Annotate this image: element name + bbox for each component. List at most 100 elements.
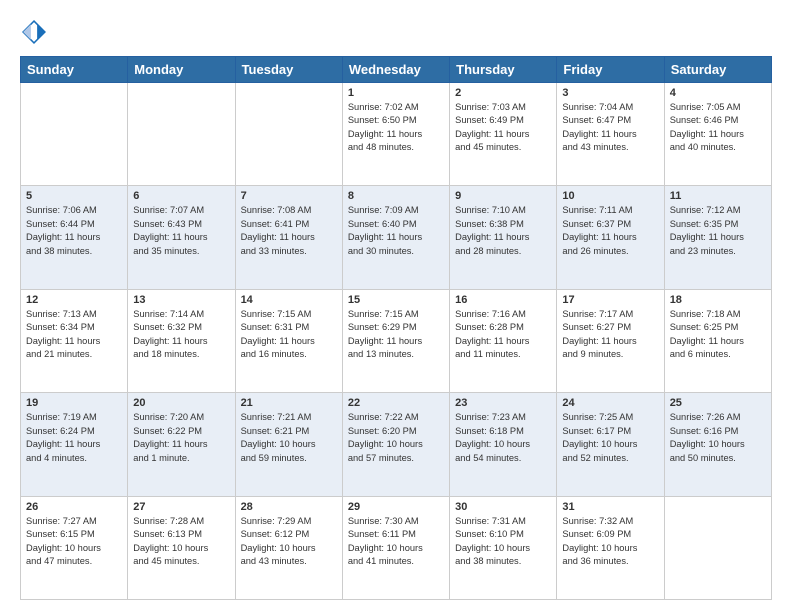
calendar-cell — [21, 83, 128, 186]
day-number: 2 — [455, 87, 551, 99]
page: SundayMondayTuesdayWednesdayThursdayFrid… — [0, 0, 792, 612]
day-number: 6 — [133, 190, 229, 202]
day-info: Sunrise: 7:31 AMSunset: 6:10 PMDaylight:… — [455, 515, 551, 569]
header — [20, 18, 772, 46]
day-header-monday: Monday — [128, 57, 235, 83]
day-info: Sunrise: 7:15 AMSunset: 6:31 PMDaylight:… — [241, 308, 337, 362]
day-number: 26 — [26, 501, 122, 513]
calendar-cell: 28 Sunrise: 7:29 AMSunset: 6:12 PMDayligh… — [235, 496, 342, 599]
day-info: Sunrise: 7:09 AMSunset: 6:40 PMDaylight:… — [348, 204, 444, 258]
day-number: 10 — [562, 190, 658, 202]
calendar-cell: 2 Sunrise: 7:03 AMSunset: 6:49 PMDaylight… — [450, 83, 557, 186]
day-info: Sunrise: 7:26 AMSunset: 6:16 PMDaylight:… — [670, 411, 766, 465]
day-info: Sunrise: 7:19 AMSunset: 6:24 PMDaylight:… — [26, 411, 122, 465]
calendar-cell — [235, 83, 342, 186]
calendar-cell: 9Sunrise: 7:10 AMSunset: 6:38 PMDaylight… — [450, 186, 557, 289]
day-number: 22 — [348, 397, 444, 409]
day-number: 17 — [562, 294, 658, 306]
calendar-cell: 11 Sunrise: 7:12 AMSunset: 6:35 PMDayligh… — [664, 186, 771, 289]
logo — [20, 18, 52, 46]
calendar-cell: 17 Sunrise: 7:17 AMSunset: 6:27 PMDayligh… — [557, 289, 664, 392]
calendar-cell: 5 Sunrise: 7:06 AMSunset: 6:44 PMDaylight… — [21, 186, 128, 289]
day-info: Sunrise: 7:07 AMSunset: 6:43 PMDaylight:… — [133, 204, 229, 258]
calendar-cell: 31 Sunrise: 7:32 AMSunset: 6:09 PMDayligh… — [557, 496, 664, 599]
day-number: 13 — [133, 294, 229, 306]
week-row-2: 12 Sunrise: 7:13 AMSunset: 6:34 PMDayligh… — [21, 289, 772, 392]
day-number: 30 — [455, 501, 551, 513]
day-info: Sunrise: 7:11 AMSunset: 6:37 PMDaylight:… — [562, 204, 658, 258]
day-number: 27 — [133, 501, 229, 513]
day-header-friday: Friday — [557, 57, 664, 83]
day-number: 3 — [562, 87, 658, 99]
day-number: 11 — [670, 190, 766, 202]
day-header-thursday: Thursday — [450, 57, 557, 83]
day-info: Sunrise: 7:17 AMSunset: 6:27 PMDaylight:… — [562, 308, 658, 362]
calendar-cell: 24 Sunrise: 7:25 AMSunset: 6:17 PMDayligh… — [557, 393, 664, 496]
day-number: 16 — [455, 294, 551, 306]
calendar-header-row: SundayMondayTuesdayWednesdayThursdayFrid… — [21, 57, 772, 83]
calendar-cell: 7 Sunrise: 7:08 AMSunset: 6:41 PMDaylight… — [235, 186, 342, 289]
day-number: 12 — [26, 294, 122, 306]
calendar-cell — [664, 496, 771, 599]
day-number: 23 — [455, 397, 551, 409]
day-number: 7 — [241, 190, 337, 202]
calendar-cell: 22 Sunrise: 7:22 AMSunset: 6:20 PMDayligh… — [342, 393, 449, 496]
calendar-cell: 18 Sunrise: 7:18 AMSunset: 6:25 PMDayligh… — [664, 289, 771, 392]
week-row-1: 5 Sunrise: 7:06 AMSunset: 6:44 PMDaylight… — [21, 186, 772, 289]
day-info: Sunrise: 7:20 AMSunset: 6:22 PMDaylight:… — [133, 411, 229, 465]
calendar-cell: 23Sunrise: 7:23 AMSunset: 6:18 PMDayligh… — [450, 393, 557, 496]
day-info: Sunrise: 7:05 AMSunset: 6:46 PMDaylight:… — [670, 101, 766, 155]
day-info: Sunrise: 7:02 AMSunset: 6:50 PMDaylight:… — [348, 101, 444, 155]
day-number: 19 — [26, 397, 122, 409]
calendar-cell: 15 Sunrise: 7:15 AMSunset: 6:29 PMDayligh… — [342, 289, 449, 392]
calendar-cell: 4Sunrise: 7:05 AMSunset: 6:46 PMDaylight… — [664, 83, 771, 186]
calendar-cell: 6 Sunrise: 7:07 AMSunset: 6:43 PMDaylight… — [128, 186, 235, 289]
day-number: 1 — [348, 87, 444, 99]
day-number: 18 — [670, 294, 766, 306]
day-number: 25 — [670, 397, 766, 409]
day-info: Sunrise: 7:25 AMSunset: 6:17 PMDaylight:… — [562, 411, 658, 465]
calendar-cell: 20 Sunrise: 7:20 AMSunset: 6:22 PMDayligh… — [128, 393, 235, 496]
day-info: Sunrise: 7:10 AMSunset: 6:38 PMDaylight:… — [455, 204, 551, 258]
day-info: Sunrise: 7:06 AMSunset: 6:44 PMDaylight:… — [26, 204, 122, 258]
day-header-saturday: Saturday — [664, 57, 771, 83]
day-header-sunday: Sunday — [21, 57, 128, 83]
day-number: 14 — [241, 294, 337, 306]
calendar-cell: 10 Sunrise: 7:11 AMSunset: 6:37 PMDayligh… — [557, 186, 664, 289]
day-info: Sunrise: 7:03 AMSunset: 6:49 PMDaylight:… — [455, 101, 551, 155]
day-header-tuesday: Tuesday — [235, 57, 342, 83]
day-info: Sunrise: 7:13 AMSunset: 6:34 PMDaylight:… — [26, 308, 122, 362]
day-header-wednesday: Wednesday — [342, 57, 449, 83]
day-number: 31 — [562, 501, 658, 513]
calendar-cell: 8 Sunrise: 7:09 AMSunset: 6:40 PMDaylight… — [342, 186, 449, 289]
calendar-table: SundayMondayTuesdayWednesdayThursdayFrid… — [20, 56, 772, 600]
day-info: Sunrise: 7:18 AMSunset: 6:25 PMDaylight:… — [670, 308, 766, 362]
day-info: Sunrise: 7:32 AMSunset: 6:09 PMDaylight:… — [562, 515, 658, 569]
calendar-cell: 27 Sunrise: 7:28 AMSunset: 6:13 PMDayligh… — [128, 496, 235, 599]
calendar-cell — [128, 83, 235, 186]
day-info: Sunrise: 7:29 AMSunset: 6:12 PMDaylight:… — [241, 515, 337, 569]
day-info: Sunrise: 7:08 AMSunset: 6:41 PMDaylight:… — [241, 204, 337, 258]
day-number: 5 — [26, 190, 122, 202]
day-number: 28 — [241, 501, 337, 513]
day-info: Sunrise: 7:21 AMSunset: 6:21 PMDaylight:… — [241, 411, 337, 465]
week-row-4: 26 Sunrise: 7:27 AMSunset: 6:15 PMDayligh… — [21, 496, 772, 599]
day-number: 8 — [348, 190, 444, 202]
calendar-cell: 25 Sunrise: 7:26 AMSunset: 6:16 PMDayligh… — [664, 393, 771, 496]
day-info: Sunrise: 7:22 AMSunset: 6:20 PMDaylight:… — [348, 411, 444, 465]
day-info: Sunrise: 7:30 AMSunset: 6:11 PMDaylight:… — [348, 515, 444, 569]
day-info: Sunrise: 7:15 AMSunset: 6:29 PMDaylight:… — [348, 308, 444, 362]
calendar-cell: 16Sunrise: 7:16 AMSunset: 6:28 PMDayligh… — [450, 289, 557, 392]
day-number: 20 — [133, 397, 229, 409]
day-info: Sunrise: 7:14 AMSunset: 6:32 PMDaylight:… — [133, 308, 229, 362]
week-row-3: 19 Sunrise: 7:19 AMSunset: 6:24 PMDayligh… — [21, 393, 772, 496]
calendar-cell: 14 Sunrise: 7:15 AMSunset: 6:31 PMDayligh… — [235, 289, 342, 392]
day-number: 24 — [562, 397, 658, 409]
day-info: Sunrise: 7:12 AMSunset: 6:35 PMDaylight:… — [670, 204, 766, 258]
calendar-cell: 12 Sunrise: 7:13 AMSunset: 6:34 PMDayligh… — [21, 289, 128, 392]
day-number: 29 — [348, 501, 444, 513]
day-info: Sunrise: 7:28 AMSunset: 6:13 PMDaylight:… — [133, 515, 229, 569]
day-number: 15 — [348, 294, 444, 306]
day-info: Sunrise: 7:27 AMSunset: 6:15 PMDaylight:… — [26, 515, 122, 569]
calendar-cell: 30 Sunrise: 7:31 AMSunset: 6:10 PMDayligh… — [450, 496, 557, 599]
